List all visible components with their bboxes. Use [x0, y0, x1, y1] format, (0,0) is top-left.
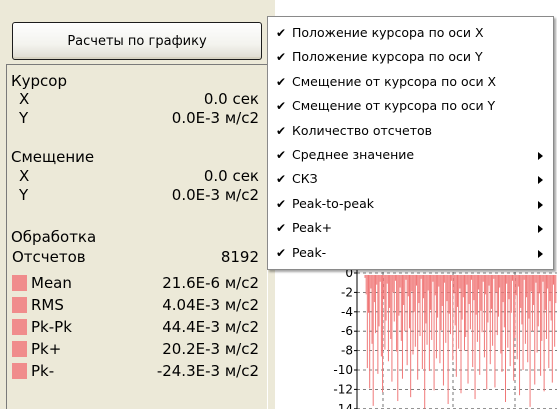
- submenu-arrow-icon: [538, 225, 543, 234]
- cursor-x-label: X: [19, 90, 30, 108]
- processing-title: Обработка: [11, 228, 97, 246]
- checkmark-icon: ✔: [276, 74, 287, 89]
- menu-item-8[interactable]: ✔ Peak+: [268, 216, 553, 240]
- mean-color-swatch: [12, 275, 27, 291]
- rms-value: 4.04E-3 м/с2: [162, 296, 259, 314]
- menu-item-label: Смещение от курсора по оси X: [292, 73, 497, 89]
- offset-x-row: X 0.0 сек: [7, 166, 265, 186]
- stat-row-mean: Mean 21.6E-6 м/с2: [7, 273, 265, 293]
- menu-item-3[interactable]: ✔ Смещение от курсора по оси Y: [268, 94, 553, 118]
- pkpk-value: 44.4E-3 м/с2: [162, 318, 259, 336]
- pkminus-label: Pk-: [31, 362, 55, 380]
- checkmark-icon: ✔: [276, 50, 287, 65]
- offset-y-value: 0.0E-3 м/с2: [171, 186, 259, 204]
- checkmark-icon: ✔: [276, 221, 287, 236]
- submenu-arrow-icon: [538, 200, 543, 209]
- menu-item-7[interactable]: ✔ Peak-to-peak: [268, 192, 553, 216]
- cursor-section-title: Курсор: [7, 71, 265, 91]
- menu-item-2[interactable]: ✔ Смещение от курсора по оси X: [268, 70, 553, 94]
- rms-label: RMS: [31, 296, 64, 314]
- cursor-x-row: X 0.0 сек: [7, 89, 265, 109]
- checkmark-icon: ✔: [276, 26, 287, 40]
- processing-section-title: Обработка: [7, 227, 265, 247]
- cursor-x-value: 0.0 сек: [203, 90, 259, 108]
- checkmark-icon: ✔: [276, 245, 287, 260]
- offset-title: Смещение: [11, 148, 95, 166]
- menu-item-5[interactable]: ✔ Среднее значение: [268, 143, 553, 167]
- y-tick-label: -12: [333, 382, 353, 396]
- stats-context-menu[interactable]: ✔ Положение курсора по оси X ✔ Положение ку…: [267, 16, 554, 270]
- pkminus-color-swatch: [12, 363, 27, 379]
- count-label: Отсчетов: [12, 248, 86, 266]
- cursor-y-row: Y 0.0E-3 м/с2: [7, 108, 265, 128]
- checkmark-icon: ✔: [276, 196, 287, 211]
- menu-item-0[interactable]: ✔ Положение курсора по оси X: [268, 21, 553, 45]
- y-axis-ticks: 0-2-4-6-8-10-12-14: [333, 266, 357, 413]
- menu-item-label: Peak-: [292, 244, 327, 260]
- menu-item-label: Peak+: [292, 220, 333, 236]
- menu-item-4[interactable]: ✔ Количество отсчетов: [268, 119, 553, 143]
- offset-x-label: X: [19, 167, 30, 185]
- menu-item-6[interactable]: ✔ СКЗ: [268, 167, 553, 191]
- pkplus-value: 20.2E-3 м/с2: [162, 340, 259, 358]
- pkpk-label: Pk-Pk: [31, 318, 72, 336]
- submenu-arrow-icon: [538, 176, 543, 185]
- menu-item-label: Положение курсора по оси X: [292, 25, 484, 40]
- stat-row-rms: RMS 4.04E-3 м/с2: [7, 295, 265, 315]
- checkmark-icon: ✔: [276, 99, 287, 114]
- count-row: Отсчетов 8192: [7, 247, 265, 267]
- checkmark-icon: ✔: [276, 172, 287, 187]
- menu-item-1[interactable]: ✔ Положение курсора по оси Y: [268, 45, 553, 69]
- menu-item-9[interactable]: ✔ Peak-: [268, 241, 553, 265]
- pkminus-value: -24.3E-3 м/с2: [156, 362, 259, 380]
- checkmark-icon: ✔: [276, 123, 287, 138]
- offset-y-row: Y 0.0E-3 м/с2: [7, 185, 265, 205]
- y-tick-label: -8: [341, 344, 353, 358]
- offset-section-title: Смещение: [7, 147, 265, 167]
- menu-item-label: Peak-to-peak: [292, 195, 375, 211]
- stat-row-pkpk: Pk-Pk 44.4E-3 м/с2: [7, 317, 265, 337]
- count-value: 8192: [220, 248, 259, 266]
- menu-item-label: СКЗ: [292, 171, 318, 187]
- rms-color-swatch: [12, 297, 27, 313]
- offset-x-value: 0.0 сек: [203, 167, 259, 185]
- cursor-y-value: 0.0E-3 м/с2: [171, 109, 259, 127]
- checkmark-icon: ✔: [276, 147, 287, 162]
- submenu-arrow-icon: [538, 151, 543, 160]
- calc-by-graph-button[interactable]: Расчеты по графику: [12, 22, 262, 60]
- y-tick-label: -14: [333, 402, 353, 409]
- y-tick-label: -6: [341, 324, 353, 338]
- info-box: Курсор X 0.0 сек Y 0.0E-3 м/с2 Смещение …: [6, 64, 268, 409]
- stat-row-pkminus: Pk- -24.3E-3 м/с2: [7, 361, 265, 381]
- y-tick-label: -2: [341, 285, 353, 299]
- cursor-y-label: Y: [19, 109, 29, 127]
- stats-panel: Расчеты по графику Курсор X 0.0 сек Y 0.…: [0, 0, 275, 409]
- stat-row-pkplus: Pk+ 20.2E-3 м/с2: [7, 339, 265, 359]
- menu-item-label: Среднее значение: [292, 146, 415, 162]
- pkplus-label: Pk+: [31, 340, 62, 358]
- cursor-title: Курсор: [11, 72, 67, 90]
- menu-item-label: Смещение от курсора по оси Y: [292, 98, 496, 114]
- y-tick-label: -4: [341, 305, 353, 319]
- mean-label: Mean: [31, 274, 72, 292]
- mean-value: 21.6E-6 м/с2: [162, 274, 259, 292]
- y-tick-label: -10: [333, 363, 353, 377]
- menu-item-label: Положение курсора по оси Y: [292, 49, 483, 65]
- pkpk-color-swatch: [12, 319, 27, 335]
- chart-series: [364, 275, 557, 409]
- offset-y-label: Y: [19, 186, 29, 204]
- pkplus-color-swatch: [12, 341, 27, 357]
- submenu-arrow-icon: [538, 249, 543, 258]
- menu-item-label: Количество отсчетов: [292, 122, 433, 138]
